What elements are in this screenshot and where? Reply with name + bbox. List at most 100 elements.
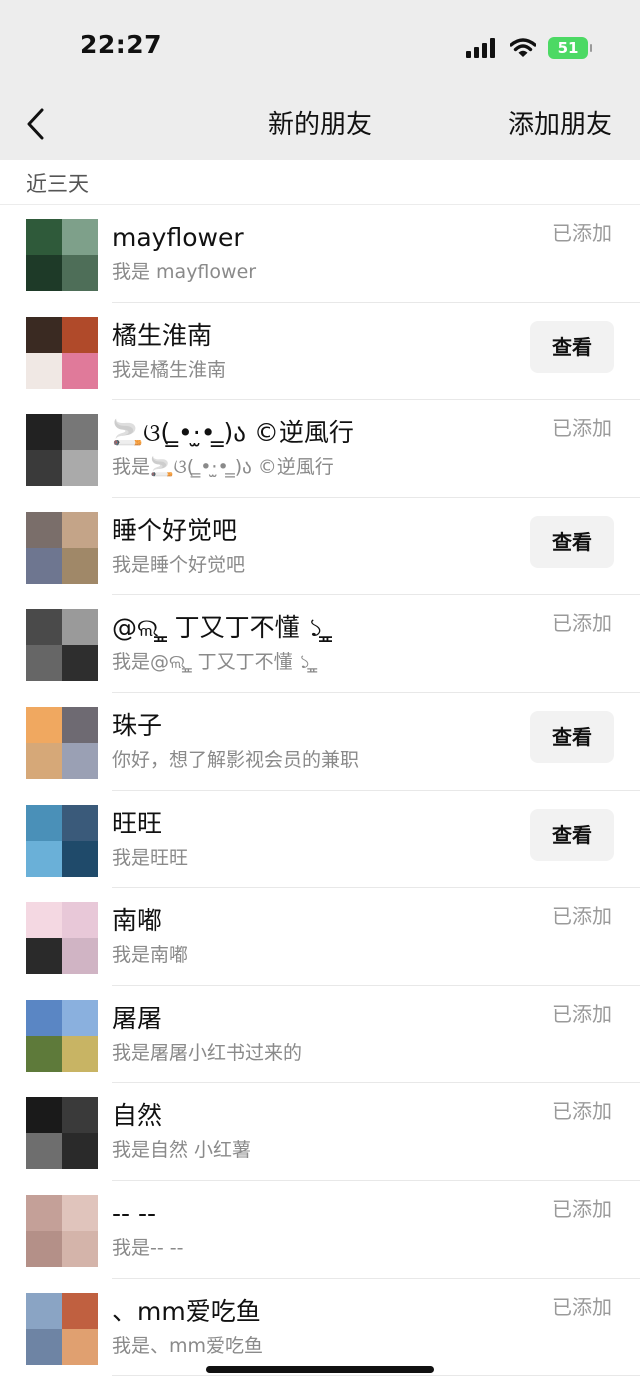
avatar-block <box>62 547 98 584</box>
friend-request-row[interactable]: 自然 我是自然 小红薯 已添加 <box>0 1083 640 1181</box>
avatar <box>26 999 98 1072</box>
friend-request-row[interactable]: 旺旺我是旺旺 查看 <box>0 791 640 889</box>
friend-greeting: 我是@ଲ ̳͈ 丁又丁不懂 ১ ̳͈ <box>112 651 318 674</box>
avatar-block <box>62 316 98 353</box>
section-header: 近三天 <box>0 160 640 205</box>
friend-request-row[interactable]: 屠屠 我是屠屠小红书过来的 已添加 <box>0 986 640 1084</box>
friend-greeting: 我是、mm爱吃鱼 <box>112 1334 264 1357</box>
friend-name: 旺旺 <box>112 808 163 838</box>
new-friends-list: mayflower 我是 mayflower 已添加 橘生淮南 我是橘生淮南 查看 🚬ଓ( … <box>0 205 640 1376</box>
friend-greeting: 我是南嘟 <box>112 944 189 967</box>
added-status: 已添加 <box>552 416 612 441</box>
view-button[interactable]: 查看 <box>530 710 614 763</box>
friend-name: 橘生淮南 <box>112 320 213 350</box>
avatar-block <box>26 219 62 255</box>
friend-greeting: 我是屠屠小红书过来的 <box>112 1041 303 1064</box>
avatar-block <box>62 219 98 255</box>
friend-request-row[interactable]: mayflower 我是 mayflower 已添加 <box>0 205 640 303</box>
friend-request-row[interactable]: 、mm爱吃鱼 我是、mm爱吃鱼 已添加 <box>0 1279 640 1377</box>
friend-name: 南嘟 <box>112 906 163 936</box>
friend-greeting: 我是🚬ଓ( ̳•·̫• ̳)ა ©逆風行 <box>112 456 334 479</box>
avatar-block <box>26 352 62 389</box>
friend-name: 🚬ଓ( ̳•·̫• ̳)ა ©逆風行 <box>112 418 354 448</box>
avatar-block <box>62 1230 98 1267</box>
added-status: 已添加 <box>552 1001 612 1026</box>
friend-request-row[interactable]: 珠子 你好，想了解影视会员的兼职 查看 <box>0 693 640 791</box>
view-button[interactable]: 查看 <box>530 808 614 861</box>
friend-request-row[interactable]: 橘生淮南我是橘生淮南 查看 <box>0 303 640 401</box>
avatar-block <box>26 938 62 975</box>
avatar-block <box>26 450 62 487</box>
added-status: 已添加 <box>552 221 612 245</box>
avatar <box>26 511 98 584</box>
friend-greeting: 我是自然 小红薯 <box>112 1139 252 1162</box>
friend-request-row[interactable]: @ଲ ̳͈ 丁又丁不懂 ১ ̳͈ 我是@ଲ ̳͈ 丁又丁不懂 ১ ̳͈ 已添加 <box>0 595 640 693</box>
avatar-block <box>62 1328 98 1365</box>
avatar-block <box>26 1292 62 1329</box>
wifi-icon <box>510 38 536 57</box>
avatar <box>26 804 98 877</box>
avatar-block <box>62 804 98 841</box>
avatar-block <box>62 609 98 646</box>
battery-level: 51 <box>557 39 579 57</box>
friend-greeting: 我是旺旺 <box>112 846 189 869</box>
add-friend-button[interactable]: 添加朋友 <box>508 108 612 142</box>
avatar-block <box>26 609 62 646</box>
view-button[interactable]: 查看 <box>530 515 614 568</box>
avatar <box>26 414 98 487</box>
avatar-block <box>26 804 62 841</box>
avatar-block <box>26 547 62 584</box>
friend-greeting: 你好，想了解影视会员的兼职 <box>112 748 360 771</box>
avatar-block <box>26 255 62 291</box>
friend-request-row[interactable]: 🚬ଓ( ̳•·̫• ̳)ა ©逆風行我是🚬ଓ( ̳•·̫• ̳)ა ©逆風行 已添… <box>0 400 640 498</box>
added-status: 已添加 <box>552 611 612 636</box>
avatar <box>26 902 98 975</box>
avatar-block <box>26 645 62 682</box>
top-bar: 22:27 51 新的朋友 添加朋友 <box>0 0 640 160</box>
added-status: 已添加 <box>552 904 612 929</box>
friend-request-row[interactable]: 南嘟我是南嘟 已添加 <box>0 888 640 986</box>
status-icons: 51 <box>466 36 592 60</box>
friend-name: @ଲ ̳͈ 丁又丁不懂 ১ ̳͈ <box>112 613 332 643</box>
friend-name: -- -- <box>112 1198 157 1228</box>
avatar-block <box>62 414 98 451</box>
friend-request-row[interactable]: 睡个好觉吧我是睡个好觉吧 查看 <box>0 498 640 596</box>
avatar-block <box>26 742 62 779</box>
avatar-block <box>26 1194 62 1231</box>
avatar <box>26 1292 98 1365</box>
avatar-block <box>62 1194 98 1231</box>
avatar-block <box>26 511 62 548</box>
view-button[interactable]: 查看 <box>530 320 614 373</box>
avatar <box>26 219 98 291</box>
avatar-block <box>26 1230 62 1267</box>
avatar-block <box>26 1328 62 1365</box>
avatar-block <box>26 316 62 353</box>
avatar-block <box>62 1035 98 1072</box>
added-status: 已添加 <box>552 1294 612 1319</box>
friend-name: 自然 <box>112 1101 163 1131</box>
avatar-block <box>26 999 62 1036</box>
avatar <box>26 1097 98 1170</box>
avatar-block <box>62 511 98 548</box>
avatar-block <box>62 450 98 487</box>
battery-icon: 51 <box>548 37 592 59</box>
avatar-block <box>62 902 98 939</box>
avatar-block <box>62 352 98 389</box>
avatar-block <box>62 706 98 743</box>
avatar <box>26 316 98 389</box>
avatar-block <box>26 1133 62 1170</box>
avatar-block <box>62 255 98 291</box>
friend-greeting: 我是橘生淮南 <box>112 358 227 381</box>
home-indicator <box>206 1366 434 1373</box>
avatar-block <box>62 938 98 975</box>
status-time: 22:27 <box>80 30 163 59</box>
avatar-block <box>62 840 98 877</box>
friend-request-row[interactable]: -- -- 我是-- -- 已添加 <box>0 1181 640 1279</box>
avatar-block <box>26 706 62 743</box>
avatar-block <box>26 414 62 451</box>
section-header-label: 近三天 <box>26 172 89 196</box>
friend-greeting: 我是睡个好觉吧 <box>112 553 246 576</box>
avatar-block <box>62 1292 98 1329</box>
friend-name: 睡个好觉吧 <box>112 515 238 545</box>
avatar <box>26 1194 98 1267</box>
